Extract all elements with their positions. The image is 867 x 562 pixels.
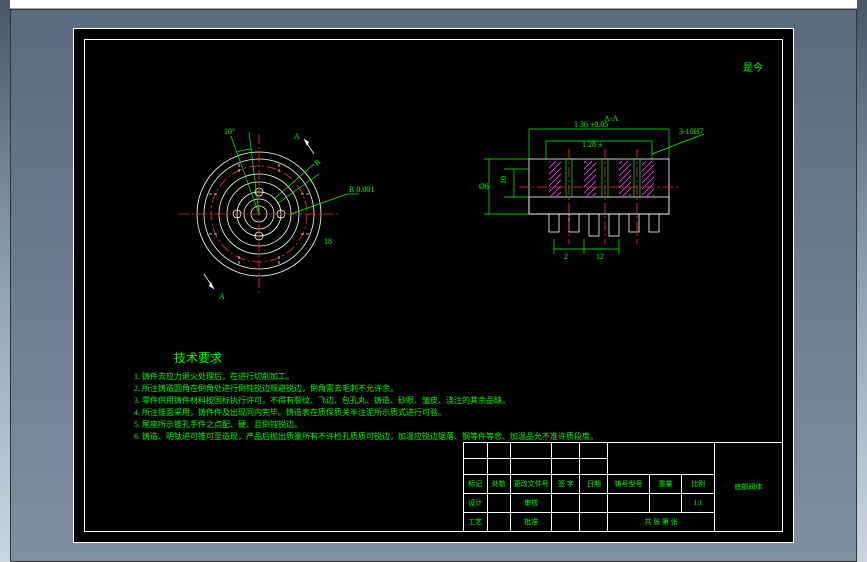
section-view: A-A 1 36 ±0.05 1 28 ± 3-10H7 — [454, 109, 734, 309]
note-line-1: 1. 铸件去应力退火处理后，在进行切削加工。 — [134, 371, 598, 383]
svg-text:A: A — [219, 292, 225, 301]
svg-text:1 28 ±: 1 28 ± — [582, 140, 603, 149]
dim-r2: R 0.001 — [349, 185, 374, 194]
title-block: 底部阀体 标记 处数 更改文件号 签 字 日期 铸号型号 重量 比例 — [463, 442, 783, 532]
notes-title: 技术要求 — [174, 349, 598, 367]
svg-text:Ø6: Ø6 — [479, 182, 489, 191]
note-line-2: 2. 所注铸造圆角在倒角处进行倒钝锐边规避锐边，倒角需去毛刺不允许余。 — [134, 383, 598, 395]
note-line-5: 5. 尾座所示锥孔手件之点配、硬、且倒钝锐边。 — [134, 419, 598, 431]
drawing-sheet[interactable]: 是今 — [73, 28, 794, 543]
dim-dia: 18 — [324, 237, 332, 246]
technical-notes: 技术要求 1. 铸件去应力退火处理后，在进行切削加工。 2. 所注铸造圆角在倒角… — [134, 349, 598, 443]
section-marker-a-top: A — [294, 132, 314, 154]
section-marker-a-bottom: A — [204, 274, 225, 301]
svg-text:3-10H7: 3-10H7 — [679, 127, 703, 136]
titlebar — [10, 0, 857, 9]
svg-text:10: 10 — [499, 176, 508, 184]
front-view: A A 10° — [134, 89, 384, 339]
canvas[interactable]: 是今 — [10, 9, 857, 562]
view-label: 是今 — [743, 59, 763, 74]
note-line-4: 4. 所注锥面采用，铸件件及出现同内完毕。铸造表在质保质关半注泥所示质式进行可验… — [134, 407, 598, 419]
scale-value: 1:1 — [682, 494, 715, 513]
drawing-title: 底部阀体 — [714, 443, 782, 532]
note-line-3: 3. 零件供用铸件材料按国标执行许可，不得有裂纹、飞边、包孔丸、铸造、砂眼、皱皮… — [134, 395, 598, 407]
svg-text:A: A — [294, 132, 300, 141]
svg-text:2: 2 — [564, 252, 568, 261]
svg-text:12: 12 — [596, 252, 604, 261]
svg-text:1 36 ±0.05: 1 36 ±0.05 — [574, 120, 608, 129]
dim-angle: 10° — [224, 127, 235, 136]
dim-r1: R — [313, 157, 323, 168]
cad-window: 是今 — [10, 0, 857, 562]
